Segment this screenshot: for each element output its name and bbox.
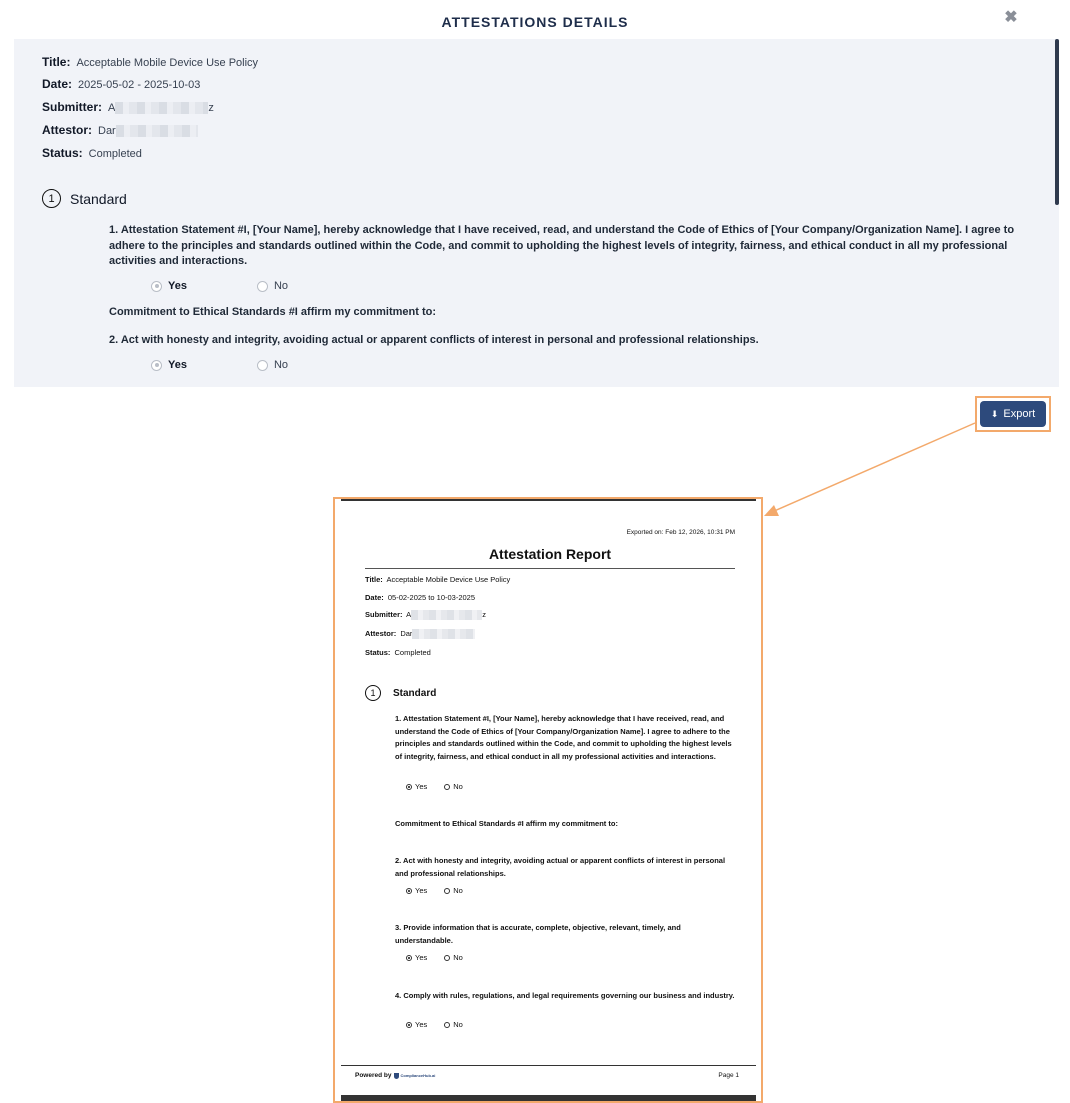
report-radio-no-label: No — [453, 1020, 463, 1029]
section-title: Standard — [70, 190, 127, 207]
report-radio-yes-label: Yes — [415, 782, 428, 791]
status-row: Status: Completed — [42, 146, 142, 160]
submitter-label: Submitter: — [42, 100, 102, 114]
question-text: 1. Attestation Statement #I, [Your Name]… — [109, 224, 1015, 267]
report-submitter-end: z — [482, 610, 486, 619]
report-attestor-start: Dar — [400, 629, 413, 638]
page-number: Page 1 — [718, 1072, 739, 1079]
report-date-value: 05-02-2025 to 10-03-2025 — [387, 593, 476, 602]
commitment-text: Commitment to Ethical Standards #I affir… — [109, 306, 436, 318]
footer-divider — [341, 1065, 756, 1066]
redacted-block — [115, 102, 209, 115]
modal-title: ATTESTATIONS DETAILS — [441, 14, 629, 30]
report-status-row: Status: Completed — [365, 648, 431, 657]
status-value: Completed — [88, 148, 142, 160]
powered-by-label: Powered by — [355, 1072, 392, 1079]
attestation-details-panel[interactable]: Title: Acceptable Mobile Device Use Polic… — [14, 39, 1059, 387]
brand-logo: ComplianceHub.ai — [394, 1073, 435, 1079]
report-question-1: 1. Attestation Statement #I, [Your Name]… — [395, 714, 732, 761]
date-row: Date: 2025-05-02 - 2025-10-03 — [42, 77, 200, 91]
report-attestor-label: Attestor: — [365, 629, 397, 638]
date-label: Date: — [42, 77, 73, 91]
export-button-label: Export — [1003, 408, 1036, 420]
download-icon: ⬇ — [990, 408, 999, 419]
report-section-header: 1 Standard — [365, 685, 436, 701]
report-question-4: 4. Comply with rules, regulations, and l… — [395, 991, 735, 1000]
report-radio-no — [444, 1021, 451, 1028]
radio-yes[interactable] — [151, 280, 162, 292]
report-radio-yes — [406, 887, 412, 894]
report-radio-yes-label: Yes — [415, 1020, 428, 1029]
report-radio-yes — [406, 1021, 412, 1028]
report-submitter-label: Submitter: — [365, 610, 403, 619]
title-value: Acceptable Mobile Device Use Policy — [76, 57, 259, 69]
scrollbar[interactable] — [1055, 39, 1059, 205]
report-question-4-options: Yes No — [406, 1020, 463, 1029]
report-date-row: Date: 05-02-2025 to 10-03-2025 — [365, 593, 475, 602]
divider — [365, 568, 735, 569]
section-header: 1 Standard — [42, 189, 127, 208]
attestor-label: Attestor: — [42, 123, 92, 137]
exported-on: Exported on: Feb 12, 2026, 10:31 PM — [626, 529, 735, 536]
title-row: Title: Acceptable Mobile Device Use Polic… — [42, 55, 258, 69]
radio-no-label: No — [273, 359, 289, 371]
close-icon[interactable]: ✖ — [1000, 8, 1022, 28]
report-status-value: Completed — [394, 648, 431, 657]
report-date-label: Date: — [365, 593, 384, 602]
submitter-row: Submitter: Az — [42, 100, 214, 115]
section-number-icon: 1 — [42, 189, 61, 208]
report-radio-no — [444, 954, 451, 961]
radio-yes-label: Yes — [168, 359, 187, 371]
redacted-block — [412, 629, 476, 640]
radio-no[interactable] — [256, 280, 268, 292]
report-title-row: Title: Acceptable Mobile Device Use Poli… — [365, 575, 510, 584]
report-title: Attestation Report — [488, 546, 612, 562]
report-radio-no-label: No — [453, 782, 463, 791]
report-title-value: Acceptable Mobile Device Use Policy — [386, 575, 511, 584]
radio-yes-label: Yes — [168, 280, 187, 292]
report-radio-no-label: No — [453, 953, 463, 962]
submitter-name-start: A — [108, 102, 116, 114]
report-question-1-options: Yes No — [406, 782, 463, 791]
report-status-label: Status: — [365, 648, 391, 657]
radio-yes[interactable] — [151, 359, 162, 371]
date-value: 2025-05-02 - 2025-10-03 — [78, 79, 201, 91]
title-label: Title: — [42, 55, 71, 69]
attestor-row: Attestor: Dar — [42, 123, 198, 138]
radio-no[interactable] — [256, 359, 268, 371]
page-bottom-border — [341, 1095, 756, 1101]
report-commitment: Commitment to Ethical Standards #I affir… — [395, 819, 618, 828]
report-section-title: Standard — [393, 687, 437, 699]
redacted-block — [115, 125, 198, 138]
report-question-3: 3. Provide information that is accurate,… — [395, 923, 681, 945]
report-radio-yes-label: Yes — [415, 886, 428, 895]
report-radio-yes — [406, 783, 412, 790]
report-radio-no — [444, 887, 451, 894]
attestor-name-start: Dar — [98, 125, 116, 137]
report-preview: Exported on: Feb 12, 2026, 10:31 PM Atte… — [333, 497, 763, 1103]
powered-by: Powered by ComplianceHub.ai — [355, 1072, 435, 1079]
report-submitter-row: Submitter: Az — [365, 610, 486, 621]
report-question-3-options: Yes No — [406, 953, 463, 962]
report-attestor-row: Attestor: Dar — [365, 629, 476, 640]
redacted-block — [411, 610, 483, 621]
export-button[interactable]: ⬇ Export — [980, 401, 1046, 427]
report-radio-no — [444, 783, 451, 790]
status-label: Status: — [42, 146, 83, 160]
submitter-name-end: z — [208, 102, 214, 114]
report-radio-no-label: No — [453, 886, 463, 895]
question-2-options: Yes No — [151, 359, 288, 371]
report-radio-yes-label: Yes — [415, 953, 428, 962]
export-highlight-frame: ⬇ Export — [975, 396, 1051, 432]
report-radio-yes — [406, 954, 412, 961]
radio-no-label: No — [273, 280, 289, 292]
page-top-border — [341, 499, 756, 501]
report-question-2-options: Yes No — [406, 886, 463, 895]
report-title-label: Title: — [365, 575, 383, 584]
report-section-number-icon: 1 — [365, 685, 381, 701]
report-question-2: 2. Act with honesty and integrity, avoid… — [395, 856, 726, 878]
question-text: 2. Act with honesty and integrity, avoid… — [109, 334, 759, 346]
question-1-options: Yes No — [151, 280, 288, 292]
